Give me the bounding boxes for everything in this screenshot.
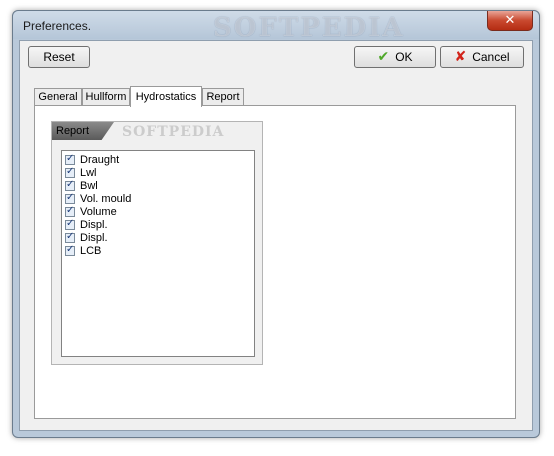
tab-hullform[interactable]: Hullform [82,88,130,105]
dialog-body: Reset ✔ OK ✘ Cancel General Hullform Hyd… [19,40,533,431]
report-group-title: Report [56,125,90,137]
list-item-label: Bwl [80,179,98,192]
list-item[interactable]: Vol. mould [65,192,131,205]
list-item-label: Displ. [80,218,108,231]
list-item-label: Volume [80,205,117,218]
ok-button-label: OK [395,50,413,64]
tab-general[interactable]: General [34,88,82,105]
checkbox[interactable] [65,205,75,217]
check-icon: ✔ [377,49,390,65]
title-bar[interactable]: Preferences. SOFTPEDIA ✕ [13,11,539,43]
preferences-window: Preferences. SOFTPEDIA ✕ Reset ✔ OK ✘ Ca… [12,10,540,438]
list-item[interactable]: Draught [65,153,119,166]
close-button[interactable]: ✕ [487,11,533,31]
checkbox[interactable] [65,166,75,178]
list-item-label: LCB [80,244,102,257]
list-item-label: Displ. [80,231,108,244]
list-item-label: Draught [80,153,120,166]
checkbox[interactable] [65,192,75,204]
ok-button[interactable]: ✔ OK [354,46,436,68]
list-item[interactable]: Bwl [65,179,98,192]
window-title: Preferences. [23,19,92,33]
report-group-header: Report [52,122,114,140]
list-item-label: Vol. mould [80,192,132,205]
checkbox[interactable] [65,231,75,243]
tab-hydrostatics-label: Hydrostatics [135,91,197,103]
cross-icon: ✘ [454,49,467,65]
reset-button[interactable]: Reset [28,46,90,68]
report-group: Report SOFTPEDIA Draught Lwl Bwl [51,121,263,365]
reset-button-label: Reset [43,50,75,64]
checkbox[interactable] [65,218,75,230]
hydrostatics-panel: Report SOFTPEDIA Draught Lwl Bwl [34,105,516,419]
tab-general-label: General [38,91,78,103]
tab-hydrostatics[interactable]: Hydrostatics [130,86,202,107]
tab-report-label: Report [206,91,240,103]
checkbox[interactable] [65,179,75,191]
list-item-label: Lwl [80,166,97,179]
cancel-button[interactable]: ✘ Cancel [440,46,524,68]
softpedia-watermark: SOFTPEDIA [213,13,405,43]
list-item[interactable]: LCB [65,244,101,257]
list-item[interactable]: Volume [65,205,117,218]
checkbox[interactable] [65,244,75,256]
list-item[interactable]: Lwl [65,166,97,179]
tab-report[interactable]: Report [202,88,244,105]
list-item[interactable]: Displ. [65,231,108,244]
list-item[interactable]: Displ. [65,218,108,231]
group-watermark: SOFTPEDIA [122,124,225,140]
cancel-button-label: Cancel [472,50,510,64]
close-icon: ✕ [504,13,516,28]
report-checklist[interactable]: Draught Lwl Bwl Vol. mould [61,150,255,357]
tab-hullform-label: Hullform [85,91,127,103]
checkbox[interactable] [65,153,75,165]
